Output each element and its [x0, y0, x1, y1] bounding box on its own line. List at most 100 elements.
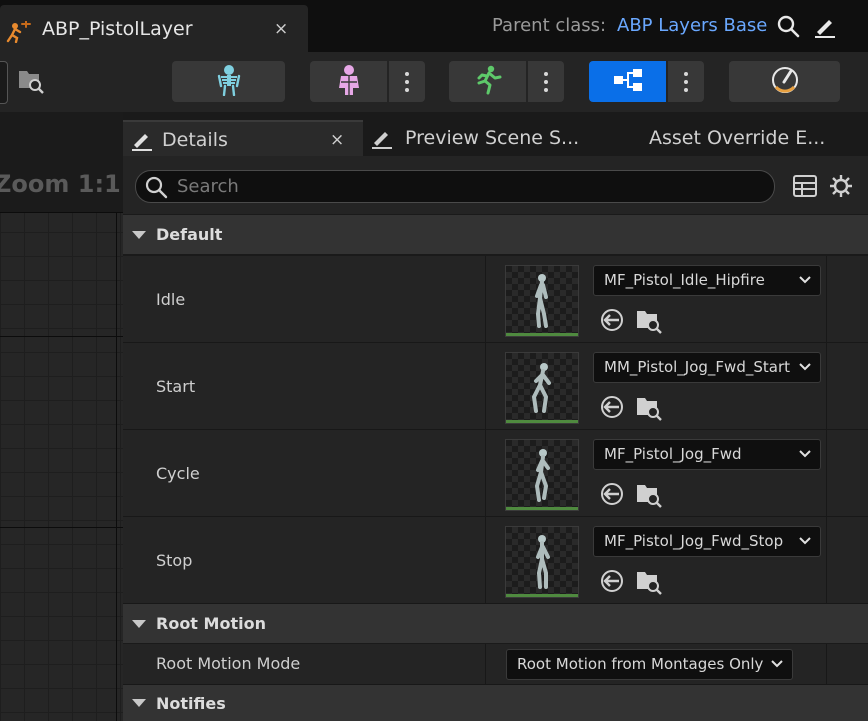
thumbnail-status-bar	[506, 420, 578, 423]
category-root-motion[interactable]: Root Motion	[123, 604, 868, 643]
edit-pencil-icon[interactable]	[813, 14, 837, 42]
blueprint-mode-options-button[interactable]	[668, 61, 704, 102]
column-divider	[826, 343, 827, 429]
blueprint-graph-icon	[612, 68, 644, 96]
column-divider	[485, 430, 486, 516]
jog-stop-pose-figure-icon	[536, 535, 550, 589]
category-default[interactable]: Default	[123, 215, 868, 254]
category-notifies[interactable]: Notifies	[123, 685, 868, 721]
close-tab-icon[interactable]: ×	[274, 19, 288, 39]
browse-asset-icon[interactable]	[635, 482, 663, 512]
tab-details[interactable]: Details ×	[123, 120, 363, 158]
zoom-label: Zoom 1:1	[0, 170, 121, 198]
thumbnail-status-bar	[506, 594, 578, 597]
dropdown-value: MM_Pistol_Jog_Fwd_Start	[604, 358, 790, 376]
use-selected-asset-icon[interactable]	[599, 569, 625, 599]
dropdown-value: MF_Pistol_Idle_Hipfire	[604, 271, 765, 289]
graph-grid-line	[0, 212, 123, 213]
use-selected-asset-icon[interactable]	[599, 482, 625, 512]
chevron-down-icon	[798, 359, 812, 378]
tab-preview-scene-label: Preview Scene S...	[405, 127, 580, 149]
property-name: Root Motion Mode	[156, 654, 301, 673]
column-divider	[826, 517, 827, 603]
root-motion-mode-dropdown[interactable]: Root Motion from Montages Only	[506, 649, 793, 680]
preview-pencil-icon	[371, 127, 395, 149]
search-icon	[144, 175, 168, 203]
property-row-idle: Idle MF_Pistol_Idle_Hipfire	[123, 256, 868, 343]
property-name: Start	[156, 377, 196, 396]
use-selected-asset-icon[interactable]	[599, 395, 625, 425]
animation-thumbnail[interactable]	[505, 439, 579, 511]
mesh-mode-button[interactable]	[310, 61, 387, 102]
toolbar-left-field[interactable]	[0, 61, 8, 104]
animation-asset-dropdown[interactable]: MF_Pistol_Jog_Fwd	[593, 439, 821, 470]
property-row-root-motion-mode: Root Motion Mode Root Motion from Montag…	[123, 644, 868, 685]
search-icon[interactable]	[776, 14, 800, 42]
animation-thumbnail[interactable]	[505, 352, 579, 424]
blueprint-mode-button[interactable]	[589, 61, 666, 102]
column-divider	[485, 517, 486, 603]
details-search-input[interactable]: Search	[135, 170, 775, 203]
property-row-stop: Stop MF_Pistol_Jog_Fwd_Stop	[123, 517, 868, 604]
property-row-start: Start MM_Pistol_Jog_Fwd_Start	[123, 343, 868, 430]
graph-grid-line	[116, 212, 117, 721]
animation-mode-button[interactable]	[449, 61, 526, 102]
tab-asset-override[interactable]: Asset Override E...	[649, 120, 849, 156]
jog-start-pose-figure-icon	[531, 363, 551, 413]
animation-asset-dropdown[interactable]: MF_Pistol_Jog_Fwd_Stop	[593, 526, 821, 557]
asset-tab[interactable]: ABP_PistolLayer ×	[0, 5, 308, 52]
animation-mode-options-button[interactable]	[528, 61, 564, 102]
category-notifies-label: Notifies	[156, 693, 226, 713]
animation-asset-dropdown[interactable]: MF_Pistol_Idle_Hipfire	[593, 265, 821, 296]
property-name: Idle	[156, 290, 186, 309]
graph-grid-line	[0, 527, 123, 528]
dropdown-value: MF_Pistol_Jog_Fwd	[604, 445, 742, 463]
panel-tabs: Details × Preview Scene S... Asset Overr…	[123, 120, 868, 158]
search-placeholder: Search	[177, 176, 239, 197]
use-selected-asset-icon[interactable]	[599, 308, 625, 338]
toolbar	[0, 52, 868, 112]
collapse-arrow-icon	[132, 230, 146, 239]
column-divider	[826, 644, 827, 684]
tab-preview-scene[interactable]: Preview Scene S...	[371, 120, 611, 156]
close-details-tab-icon[interactable]: ×	[330, 130, 344, 150]
table-view-icon[interactable]	[793, 175, 817, 201]
animation-thumbnail[interactable]	[505, 526, 579, 598]
graph-grid-line	[0, 336, 123, 337]
skeleton-icon	[216, 64, 242, 100]
settings-gear-icon[interactable]	[829, 174, 853, 202]
physics-icon	[770, 65, 800, 99]
browse-asset-icon[interactable]	[635, 395, 663, 425]
asset-tab-title: ABP_PistolLayer	[42, 18, 193, 40]
browse-asset-icon[interactable]	[635, 308, 663, 338]
parent-class-label: Parent class:	[492, 15, 607, 36]
property-name: Stop	[156, 551, 193, 570]
dropdown-value: MF_Pistol_Jog_Fwd_Stop	[604, 532, 784, 550]
browse-asset-icon[interactable]	[635, 569, 663, 599]
dropdown-value: Root Motion from Montages Only	[517, 655, 764, 673]
details-pencil-icon	[131, 129, 153, 151]
browse-asset-icon[interactable]	[17, 68, 45, 98]
collapse-arrow-icon	[132, 619, 146, 628]
skeleton-mode-button[interactable]	[172, 61, 285, 102]
property-name: Cycle	[156, 464, 200, 483]
chevron-down-icon	[798, 272, 812, 291]
idle-pose-figure-icon	[535, 274, 548, 328]
tab-asset-override-label: Asset Override E...	[649, 127, 826, 149]
thumbnail-status-bar	[506, 507, 578, 510]
animation-asset-dropdown[interactable]: MM_Pistol_Jog_Fwd_Start	[593, 352, 821, 383]
property-row-cycle: Cycle MF_Pistol_Jog_Fwd	[123, 430, 868, 517]
asset-actions	[599, 569, 663, 599]
animation-blueprint-icon	[6, 20, 32, 47]
animation-thumbnail[interactable]	[505, 265, 579, 337]
asset-actions	[599, 395, 663, 425]
chevron-down-icon	[798, 446, 812, 465]
category-root-motion-label: Root Motion	[156, 614, 266, 633]
parent-class-link[interactable]: ABP Layers Base	[617, 15, 767, 36]
physics-mode-button[interactable]	[729, 61, 840, 102]
tab-details-label: Details	[162, 129, 228, 151]
column-divider	[485, 343, 486, 429]
mesh-mode-options-button[interactable]	[389, 61, 425, 102]
column-divider	[826, 256, 827, 342]
column-divider	[485, 256, 486, 342]
